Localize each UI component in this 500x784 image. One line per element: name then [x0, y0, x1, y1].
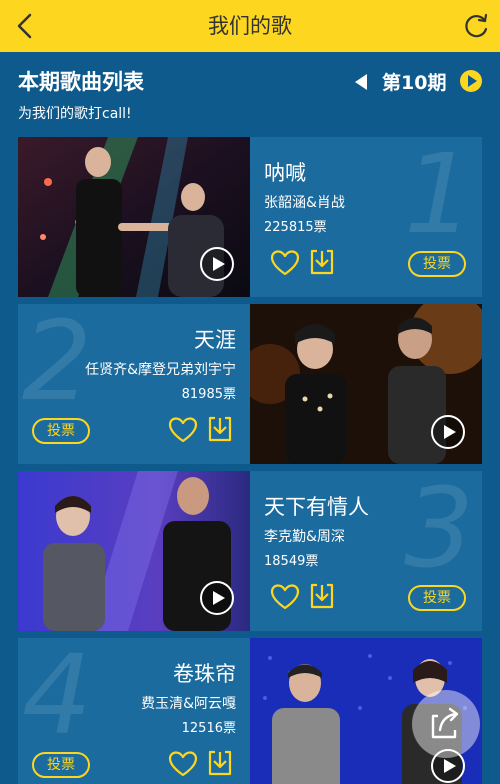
song-info: 天下有情人 李克勤&周深 18549票 投票	[250, 471, 482, 631]
share-button[interactable]	[412, 690, 480, 758]
song-card[interactable]: 3 天下有情人 李克勤&周深 18549票 投票	[18, 471, 482, 631]
list-title: 本期歌曲列表	[18, 70, 144, 94]
song-name: 天下有情人	[264, 495, 369, 519]
list-subtitle: 为我们的歌打call!	[18, 106, 132, 122]
download-icon[interactable]	[308, 248, 336, 276]
song-name: 天涯	[194, 328, 236, 352]
song-name: 卷珠帘	[173, 662, 236, 686]
heart-icon[interactable]	[270, 249, 300, 277]
download-icon[interactable]	[308, 582, 336, 610]
song-info: 卷珠帘 费玉清&阿云嘎 12516票 投票	[18, 638, 250, 784]
play-icon[interactable]	[430, 414, 466, 450]
vote-count: 18549票	[264, 554, 319, 569]
next-period-icon[interactable]	[460, 70, 482, 92]
song-name: 呐喊	[264, 161, 306, 185]
top-bar: 我们的歌	[0, 0, 500, 52]
song-artist: 任贤齐&摩登兄弟刘宇宁	[85, 362, 236, 378]
play-icon[interactable]	[199, 580, 235, 616]
vote-count: 81985票	[181, 387, 236, 402]
vote-button[interactable]: 投票	[408, 251, 466, 277]
vote-count: 225815票	[264, 220, 327, 235]
song-info: 呐喊 张韶涵&肖战 225815票 投票	[250, 137, 482, 297]
play-icon[interactable]	[199, 246, 235, 282]
heart-icon[interactable]	[168, 416, 198, 444]
vote-button[interactable]: 投票	[408, 585, 466, 611]
song-info: 天涯 任贤齐&摩登兄弟刘宇宁 81985票 投票	[18, 304, 250, 464]
page-title: 我们的歌	[208, 14, 292, 38]
vote-button[interactable]: 投票	[32, 752, 90, 778]
share-icon	[431, 707, 459, 739]
period-selector: 第10期	[352, 66, 482, 98]
song-artist: 张韶涵&肖战	[264, 195, 345, 211]
vote-button[interactable]: 投票	[32, 418, 90, 444]
vote-count: 12516票	[181, 721, 236, 736]
period-label: 第10期	[382, 72, 447, 94]
prev-period-icon[interactable]	[352, 72, 370, 92]
song-artist: 李克勤&周深	[264, 529, 345, 545]
download-icon[interactable]	[206, 749, 234, 777]
download-icon[interactable]	[206, 415, 234, 443]
heart-icon[interactable]	[168, 750, 198, 778]
refresh-icon[interactable]	[460, 10, 492, 42]
song-card[interactable]: 2 天涯 任贤齐&摩登兄弟刘宇宁 81985票 投票	[18, 304, 482, 464]
song-artist: 费玉清&阿云嘎	[141, 696, 236, 712]
song-card[interactable]: 1 呐喊 张韶涵&肖战 225815票 投票	[18, 137, 482, 297]
heart-icon[interactable]	[270, 583, 300, 611]
